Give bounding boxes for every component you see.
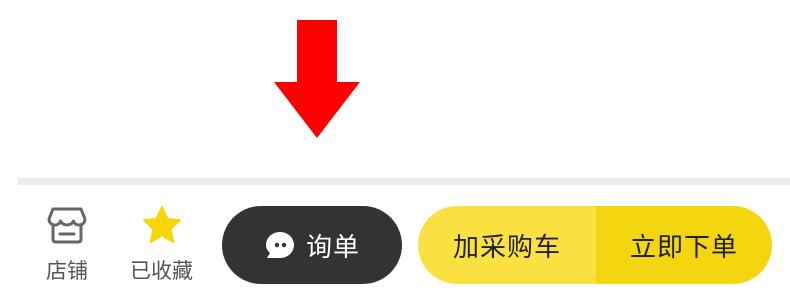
chat-bubble-icon bbox=[265, 232, 294, 258]
order-now-label: 立即下单 bbox=[629, 232, 738, 263]
store-label: 店铺 bbox=[46, 259, 88, 283]
store-nav-item[interactable]: 店铺 bbox=[46, 205, 88, 285]
add-to-cart-label: 加采购车 bbox=[452, 232, 561, 263]
store-icon bbox=[47, 207, 87, 244]
page: 店铺 已收藏 询单 加采购车 立即下单 bbox=[0, 0, 790, 300]
inquiry-button[interactable]: 询单 bbox=[222, 206, 402, 284]
inquiry-button-label: 询单 bbox=[305, 232, 360, 263]
favorite-nav-item[interactable]: 已收藏 bbox=[130, 205, 193, 285]
star-icon bbox=[142, 206, 181, 243]
add-to-cart-button[interactable]: 加采购车 bbox=[418, 206, 596, 284]
favorite-label: 已收藏 bbox=[130, 259, 193, 283]
down-arrow-icon bbox=[274, 20, 360, 138]
divider bbox=[18, 178, 790, 185]
purchase-button-group: 加采购车 立即下单 bbox=[418, 206, 772, 284]
order-now-button[interactable]: 立即下单 bbox=[596, 206, 772, 284]
